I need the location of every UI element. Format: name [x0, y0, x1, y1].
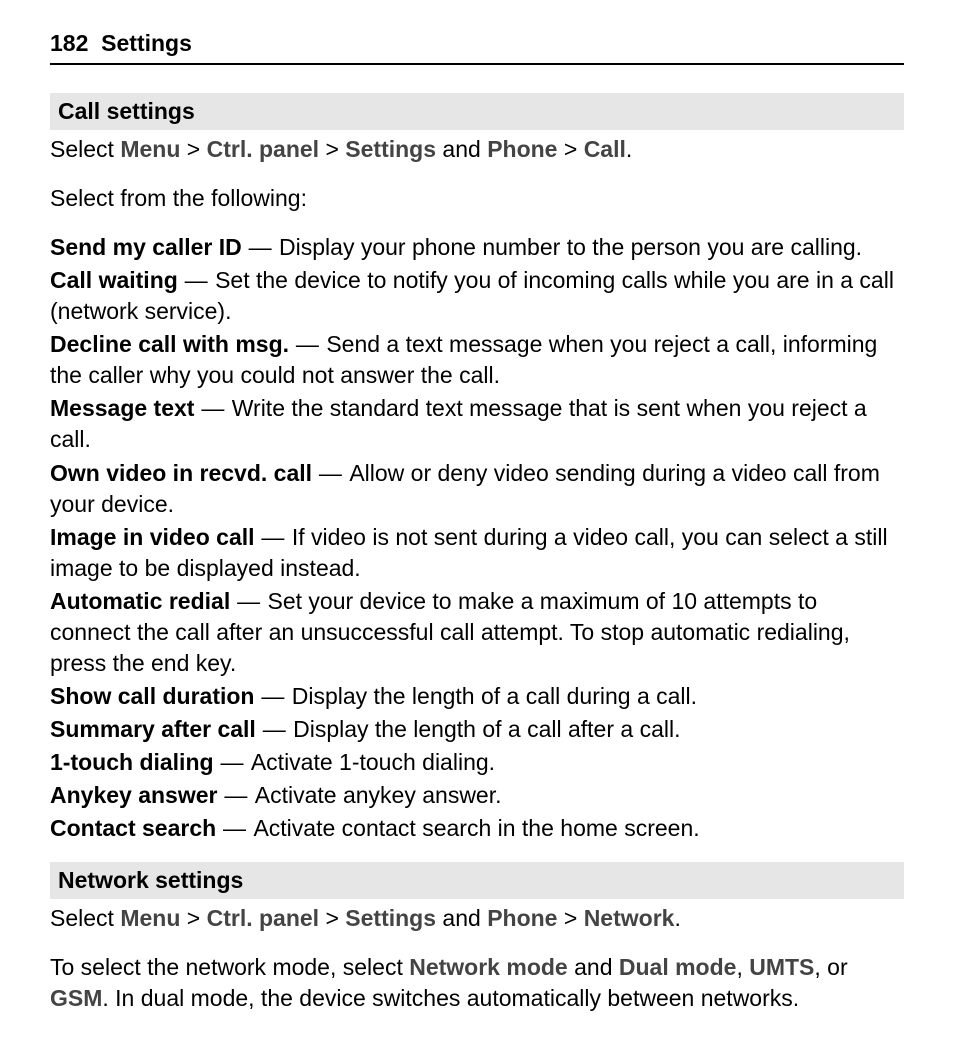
- dash: —: [289, 331, 326, 357]
- term: Message text: [50, 395, 194, 421]
- list-item: Own video in recvd. call — Allow or deny…: [50, 458, 904, 520]
- desc: Display the length of a call during a ca…: [292, 683, 697, 709]
- term: Decline call with msg.: [50, 331, 289, 357]
- opt-gsm: GSM: [50, 985, 102, 1011]
- term: Contact search: [50, 815, 216, 841]
- text: ,: [736, 954, 749, 980]
- crumb-settings: Settings: [345, 905, 436, 931]
- network-body: To select the network mode, select Netwo…: [50, 952, 904, 1014]
- text: , or: [814, 954, 847, 980]
- crumb-network: Network: [584, 905, 675, 931]
- dash: —: [216, 815, 253, 841]
- opt-umts: UMTS: [749, 954, 814, 980]
- dash: —: [255, 524, 292, 550]
- dash: —: [256, 716, 293, 742]
- list-item: Anykey answer — Activate anykey answer.: [50, 780, 904, 811]
- list-item: Message text — Write the standard text m…: [50, 393, 904, 455]
- text: and: [436, 905, 487, 931]
- desc: Activate contact search in the home scre…: [253, 815, 699, 841]
- desc: Display the length of a call after a cal…: [293, 716, 680, 742]
- opt-dual-mode: Dual mode: [619, 954, 737, 980]
- term: Send my caller ID: [50, 234, 242, 260]
- list-item: Image in video call — If video is not se…: [50, 522, 904, 584]
- crumb-phone: Phone: [487, 136, 557, 162]
- text: and: [436, 136, 487, 162]
- nav-breadcrumb-network: Select Menu > Ctrl. panel > Settings and…: [50, 903, 904, 934]
- term: Automatic redial: [50, 588, 230, 614]
- crumb-ctrl-panel: Ctrl. panel: [207, 905, 319, 931]
- crumb-phone: Phone: [487, 905, 557, 931]
- text: >: [319, 136, 345, 162]
- nav-breadcrumb-call: Select Menu > Ctrl. panel > Settings and…: [50, 134, 904, 165]
- text: >: [557, 905, 583, 931]
- dash: —: [312, 460, 349, 486]
- text: To select the network mode, select: [50, 954, 409, 980]
- text: .: [626, 136, 632, 162]
- dash: —: [178, 267, 215, 293]
- crumb-settings: Settings: [345, 136, 436, 162]
- dash: —: [214, 749, 251, 775]
- dash: —: [242, 234, 279, 260]
- document-page: 182 Settings Call settings Select Menu >…: [0, 0, 954, 1058]
- term: Show call duration: [50, 683, 254, 709]
- list-item: 1-touch dialing — Activate 1-touch diali…: [50, 747, 904, 778]
- header-section-title: Settings: [101, 30, 192, 56]
- list-item: Decline call with msg. — Send a text mes…: [50, 329, 904, 391]
- term: Image in video call: [50, 524, 255, 550]
- term: Summary after call: [50, 716, 256, 742]
- text: >: [557, 136, 583, 162]
- list-item: Send my caller ID — Display your phone n…: [50, 232, 904, 263]
- intro-text: Select from the following:: [50, 183, 904, 214]
- text: >: [180, 905, 206, 931]
- list-item: Automatic redial — Set your device to ma…: [50, 586, 904, 679]
- crumb-menu: Menu: [120, 905, 180, 931]
- list-item: Call waiting — Set the device to notify …: [50, 265, 904, 327]
- dash: —: [217, 782, 254, 808]
- text: .: [674, 905, 680, 931]
- section-heading-network-settings: Network settings: [50, 862, 904, 899]
- term: 1-touch dialing: [50, 749, 214, 775]
- opt-network-mode: Network mode: [409, 954, 567, 980]
- dash: —: [230, 588, 267, 614]
- dash: —: [254, 683, 291, 709]
- term: Call waiting: [50, 267, 178, 293]
- crumb-ctrl-panel: Ctrl. panel: [207, 136, 319, 162]
- term: Own video in recvd. call: [50, 460, 312, 486]
- text: Select: [50, 136, 120, 162]
- text: and: [568, 954, 619, 980]
- crumb-call: Call: [584, 136, 626, 162]
- text: >: [180, 136, 206, 162]
- definition-list-call-settings: Send my caller ID — Display your phone n…: [50, 232, 904, 844]
- text: >: [319, 905, 345, 931]
- page-header: 182 Settings: [50, 28, 904, 65]
- dash: —: [194, 395, 231, 421]
- term: Anykey answer: [50, 782, 217, 808]
- page-number: 182: [50, 30, 88, 56]
- list-item: Contact search — Activate contact search…: [50, 813, 904, 844]
- text: . In dual mode, the device switches auto…: [102, 985, 799, 1011]
- list-item: Show call duration — Display the length …: [50, 681, 904, 712]
- crumb-menu: Menu: [120, 136, 180, 162]
- list-item: Summary after call — Display the length …: [50, 714, 904, 745]
- desc: Activate 1-touch dialing.: [251, 749, 495, 775]
- desc: Activate anykey answer.: [255, 782, 502, 808]
- text: Select: [50, 905, 120, 931]
- section-heading-call-settings: Call settings: [50, 93, 904, 130]
- desc: Display your phone number to the person …: [279, 234, 862, 260]
